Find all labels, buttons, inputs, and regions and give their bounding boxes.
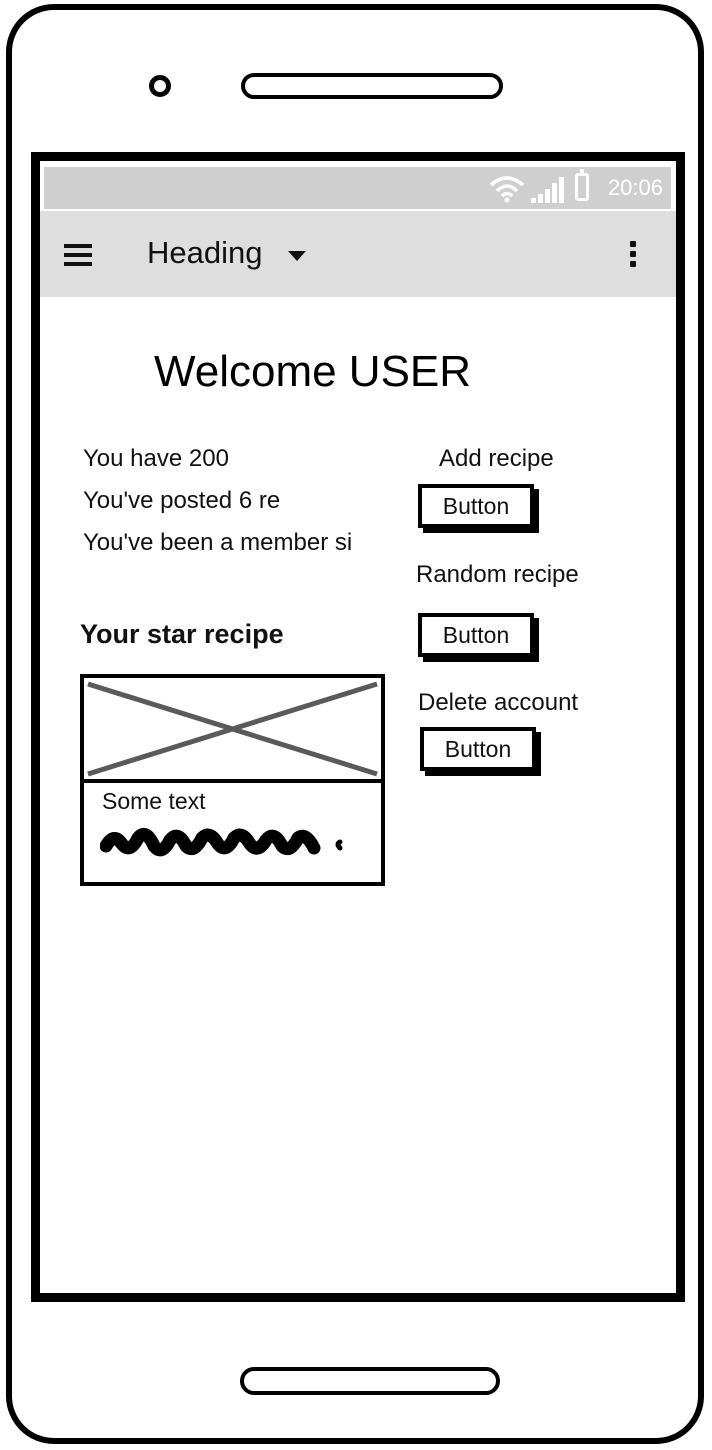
card-text: Some text — [102, 788, 206, 814]
stat-membership: You've been a member si — [83, 529, 353, 556]
app-bar: Heading — [40, 211, 676, 297]
random-recipe-label: Random recipe — [416, 561, 579, 588]
camera-icon — [149, 75, 171, 97]
add-recipe-label: Add recipe — [439, 445, 554, 472]
caret-down-icon[interactable] — [288, 251, 306, 261]
home-button[interactable] — [240, 1367, 500, 1395]
star-recipe-heading: Your star recipe — [80, 619, 284, 649]
earpiece-speaker — [241, 73, 503, 99]
app-bar-title[interactable]: Heading — [147, 235, 262, 271]
stat-posts: You've posted 6 re — [83, 487, 281, 514]
image-placeholder-icon — [87, 681, 378, 777]
stat-points: You have 200 — [83, 445, 229, 472]
add-recipe-button[interactable]: Button — [418, 484, 534, 528]
welcome-heading: Welcome USER — [154, 347, 472, 396]
screen: 20:06 Heading Welcome USER You have 200 … — [31, 152, 685, 1302]
more-vertical-icon[interactable] — [630, 241, 636, 269]
status-bar: 20:06 — [44, 167, 671, 209]
random-recipe-button[interactable]: Button — [418, 613, 534, 657]
signal-icon — [531, 177, 564, 203]
status-time: 20:06 — [607, 175, 663, 200]
delete-account-button[interactable]: Button — [420, 727, 536, 771]
image-placeholder — [84, 678, 381, 783]
star-recipe-card[interactable]: Some text — [80, 674, 385, 886]
battery-icon — [575, 169, 589, 201]
scribble-text-placeholder — [100, 828, 343, 857]
delete-account-label: Delete account — [418, 689, 579, 716]
hamburger-menu-icon[interactable] — [64, 244, 92, 266]
wifi-icon — [489, 176, 525, 203]
